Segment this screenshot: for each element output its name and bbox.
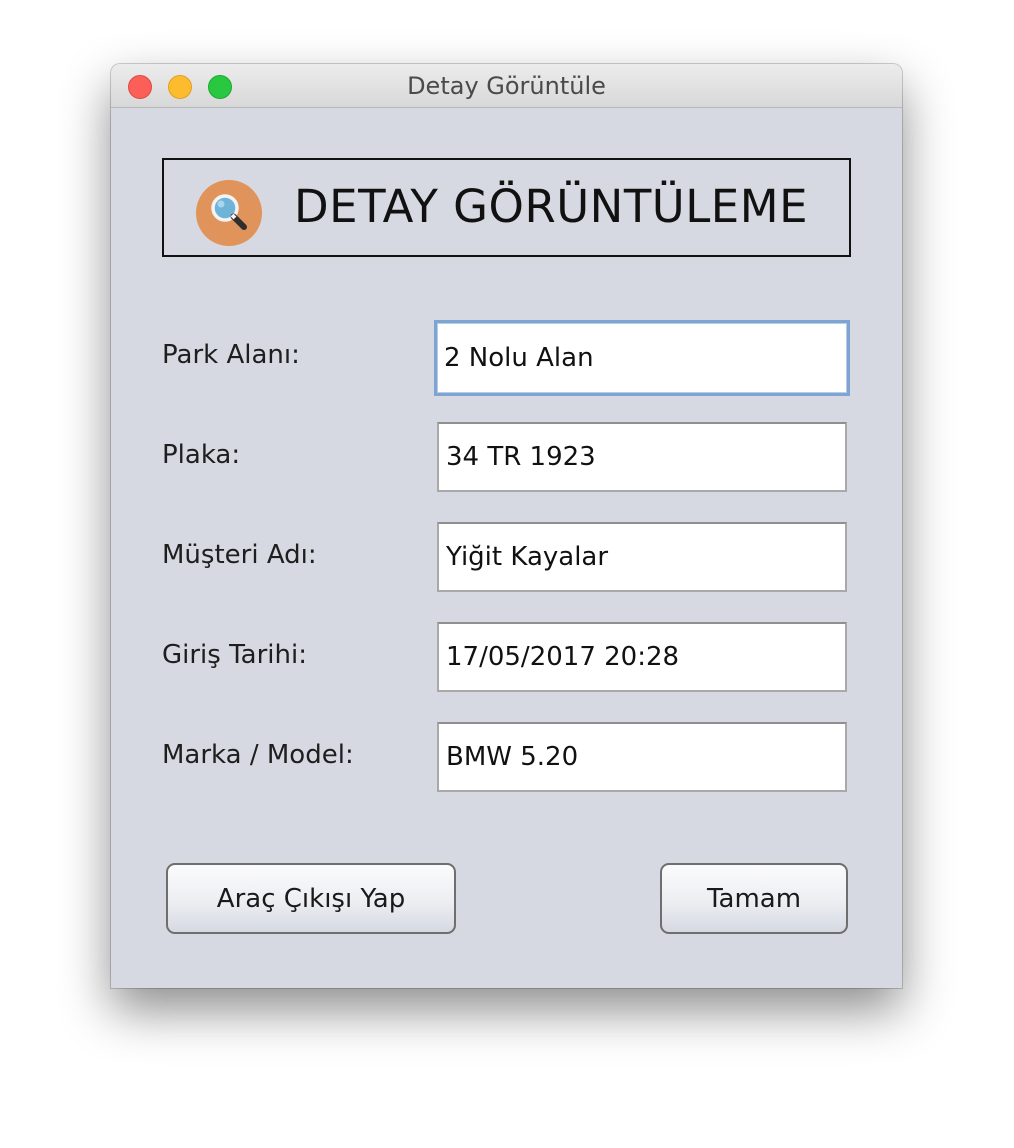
detail-window: Detay Görüntüle DETAY GÖRÜNTÜLEME Park A… [111, 64, 902, 988]
entry-date-field[interactable] [437, 622, 847, 692]
brand-model-label: Marka / Model: [162, 740, 354, 770]
entry-date-label: Giriş Tarihi: [162, 640, 307, 670]
vehicle-exit-button[interactable]: Araç Çıkışı Yap [166, 863, 456, 934]
plate-label: Plaka: [162, 440, 241, 470]
title-bar[interactable]: Detay Görüntüle [111, 64, 902, 108]
ok-button[interactable]: Tamam [660, 863, 848, 934]
window-title: Detay Görüntüle [407, 72, 606, 100]
brand-model-field[interactable] [437, 722, 847, 792]
park-area-field[interactable] [434, 320, 850, 396]
page-header: DETAY GÖRÜNTÜLEME [162, 158, 851, 257]
plate-field[interactable] [437, 422, 847, 492]
customer-name-label: Müşteri Adı: [162, 540, 317, 570]
magnifier-icon [196, 180, 262, 246]
page-title: DETAY GÖRÜNTÜLEME [294, 180, 809, 233]
customer-name-field[interactable] [437, 522, 847, 592]
park-area-label: Park Alanı: [162, 340, 300, 370]
